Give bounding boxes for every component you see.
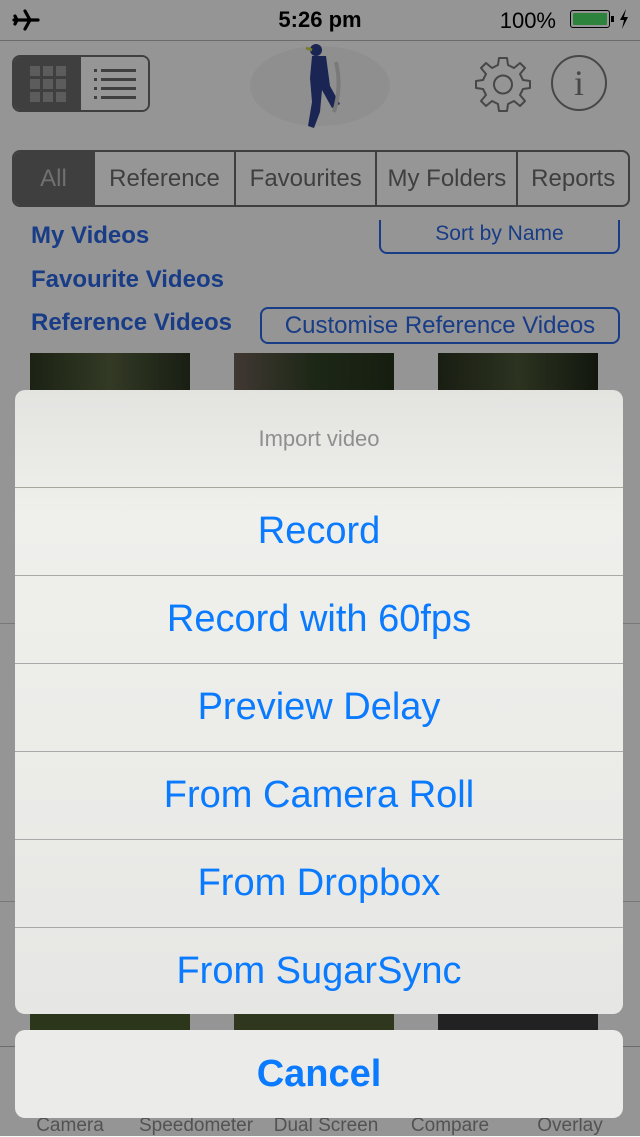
- cancel-button[interactable]: Cancel: [15, 1030, 623, 1118]
- record-60fps-option[interactable]: Record with 60fps: [15, 576, 623, 664]
- from-sugarsync-option[interactable]: From SugarSync: [15, 928, 623, 1014]
- from-dropbox-option[interactable]: From Dropbox: [15, 840, 623, 928]
- import-video-action-sheet: Import video Record Record with 60fps Pr…: [15, 390, 623, 1014]
- record-option[interactable]: Record: [15, 488, 623, 576]
- from-camera-roll-option[interactable]: From Camera Roll: [15, 752, 623, 840]
- preview-delay-option[interactable]: Preview Delay: [15, 664, 623, 752]
- action-sheet-title: Import video: [15, 390, 623, 488]
